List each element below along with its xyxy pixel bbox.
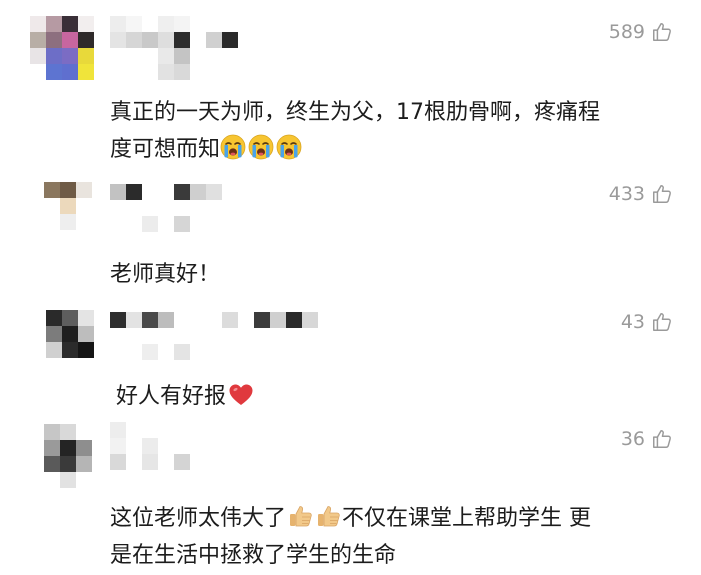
comment-text: 真正的一天为师，终生为父，17根肋骨啊，疼痛程 度可想而知 [110, 94, 600, 168]
thumbs-up-emoji [316, 503, 342, 529]
like-count: 36 [620, 428, 645, 450]
red-heart-emoji [228, 383, 254, 407]
avatar[interactable] [44, 424, 92, 488]
like-count: 43 [620, 311, 645, 333]
thumbs-up-outline-icon [651, 311, 673, 333]
like-count: 433 [608, 183, 645, 205]
thumbs-up-outline-icon [651, 428, 673, 450]
comment-text: 这位老师太伟大了 不仅在课堂上帮助学生 更 是在生活中拯救了学生的生命 [110, 500, 591, 574]
thumbs-up-outline-icon [651, 183, 673, 205]
thumbs-up-outline-icon [651, 21, 673, 43]
avatar[interactable] [46, 310, 94, 358]
like-count: 589 [608, 21, 645, 43]
comment-line: 这位老师太伟大了 不仅在课堂上帮助学生 更 [110, 500, 591, 537]
comment-4: 36 这位老师太伟大了 不仅在课堂上帮助学生 更 是在生活中拯救了学生的生命 [0, 420, 701, 575]
comment-line-2: 是在生活中拯救了学生的生命 [110, 543, 397, 568]
avatar[interactable] [30, 16, 94, 80]
comment-2: 433 老师真好！ [0, 170, 701, 300]
comment-3: 43 好人有好报 [0, 300, 701, 420]
crying-face-emoji [248, 134, 274, 160]
comment-line: 真正的一天为师，终生为父，17根肋骨啊，疼痛程 [110, 100, 600, 125]
comment-line: 老师真好！ [110, 262, 221, 287]
comment-1: 589 真正的一天为师，终生为父，17根肋骨啊，疼痛程 度可想而知 [0, 0, 701, 170]
like-button[interactable]: 43 [621, 311, 673, 333]
username[interactable] [110, 184, 222, 232]
crying-face-emoji [220, 134, 246, 160]
username[interactable] [110, 16, 240, 80]
avatar[interactable] [44, 182, 92, 230]
comment-line: 好人有好报 [116, 378, 254, 415]
like-button[interactable]: 36 [621, 428, 673, 450]
comment-text: 老师真好！ [110, 256, 220, 293]
like-button[interactable]: 589 [609, 21, 673, 43]
crying-face-emoji [276, 134, 302, 160]
comment-text: 好人有好报 [116, 378, 254, 415]
thumbs-up-emoji [288, 503, 314, 529]
comment-line-2: 度可想而知 [110, 131, 600, 168]
like-button[interactable]: 433 [609, 183, 673, 205]
username[interactable] [110, 422, 190, 470]
username[interactable] [110, 312, 320, 360]
